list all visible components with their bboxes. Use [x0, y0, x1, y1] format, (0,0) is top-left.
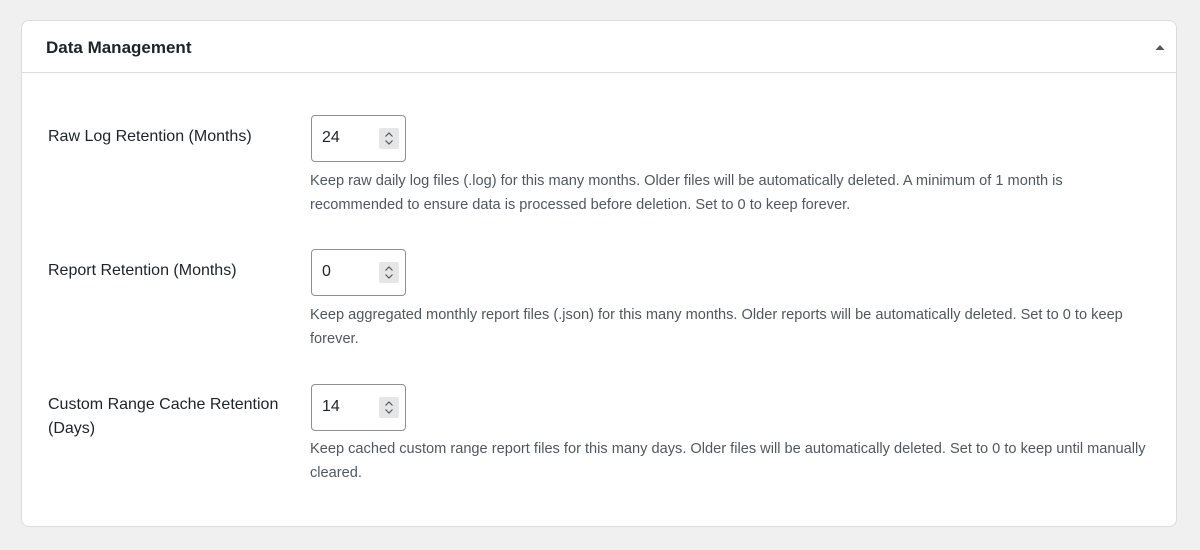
field-label: Report Retention (Months) [48, 262, 237, 279]
report-retention-input[interactable]: 0 [311, 249, 406, 296]
panel-header[interactable]: Data Management [22, 21, 1176, 73]
field-description: Keep raw daily log files (.log) for this… [310, 173, 1063, 213]
spinner-arrows-icon [385, 401, 393, 414]
input-value: 14 [322, 398, 340, 415]
field-label: Raw Log Retention (Months) [48, 128, 252, 145]
number-spinner[interactable] [379, 262, 399, 283]
input-value: 24 [322, 129, 340, 146]
custom-range-cache-retention-input[interactable]: 14 [311, 384, 406, 431]
spinner-arrows-icon [385, 266, 393, 279]
input-value: 0 [322, 263, 331, 280]
raw-log-retention-input[interactable]: 24 [311, 115, 406, 162]
panel-title: Data Management [46, 38, 192, 57]
spinner-arrows-icon [385, 132, 393, 145]
collapse-toggle-button[interactable] [1150, 37, 1170, 57]
field-description: Keep aggregated monthly report files (.j… [310, 307, 1123, 347]
field-label: Custom Range Cache Retention (Days) [48, 396, 279, 437]
field-description: Keep cached custom range report files fo… [310, 441, 1146, 481]
number-spinner[interactable] [379, 397, 399, 418]
caret-up-icon [1155, 45, 1165, 50]
number-spinner[interactable] [379, 128, 399, 149]
data-management-panel: Data Management Raw Log Retention (Month… [21, 20, 1177, 527]
